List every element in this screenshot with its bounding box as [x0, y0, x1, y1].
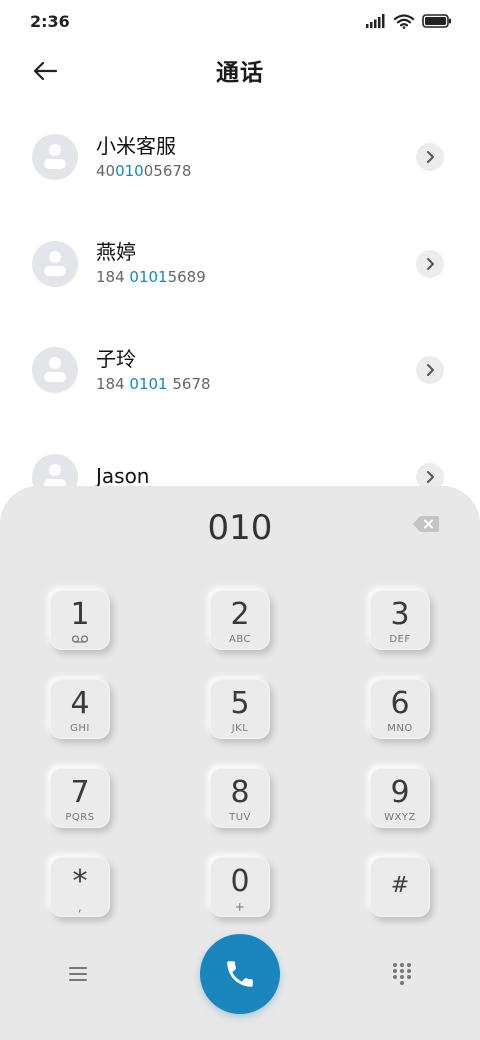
key-2[interactable]: 2 ABC [210, 590, 270, 650]
key-7[interactable]: 7 PQRS [50, 768, 110, 828]
battery-icon [422, 14, 451, 28]
contact-info: 子玲 184 0101 5678 [96, 346, 211, 395]
contact-number: 4001005678 [96, 161, 192, 180]
key-hash[interactable]: # [370, 857, 430, 917]
person-icon [49, 357, 61, 370]
phone-icon [227, 961, 253, 987]
chevron-right-icon [427, 151, 434, 164]
contact-row[interactable]: 燕婷 184 01015689 [0, 211, 480, 318]
dialpad: 010 1 2 ABC 3 DEF 4 GHI 5 JKL 6 MNO 7 PQ… [0, 486, 480, 1040]
contact-list: 小米客服 4001005678 燕婷 184 01015689 子玲 184 0… [0, 104, 480, 530]
contact-detail-button[interactable] [416, 356, 444, 385]
menu-icon [69, 967, 87, 981]
avatar [32, 347, 78, 394]
status-bar: 2:36 [0, 0, 480, 42]
signal-icon [366, 14, 385, 28]
keypad-grid-icon [393, 963, 411, 985]
wifi-icon [394, 13, 414, 29]
key-1[interactable]: 1 [50, 590, 110, 650]
backspace-button[interactable] [412, 514, 440, 534]
arrow-left-icon [33, 61, 58, 81]
call-button[interactable] [200, 934, 280, 1014]
key-star[interactable]: * , [50, 857, 110, 917]
chevron-right-icon [427, 257, 434, 270]
contact-row[interactable]: 小米客服 4001005678 [0, 104, 480, 211]
key-4[interactable]: 4 GHI [50, 679, 110, 739]
dialpad-bottom-bar [0, 932, 480, 1018]
number-match: 0101 [129, 268, 168, 287]
keypad-toggle-button[interactable] [390, 961, 414, 985]
person-icon [49, 144, 61, 157]
contact-info: 小米客服 4001005678 [96, 133, 191, 182]
status-time: 2:36 [30, 11, 70, 31]
backspace-icon [413, 516, 439, 532]
voicemail-icon [50, 634, 110, 644]
avatar [32, 134, 78, 181]
page-title: 通话 [216, 60, 264, 86]
status-icons [366, 13, 452, 29]
key-9[interactable]: 9 WXYZ [370, 768, 430, 828]
key-6[interactable]: 6 MNO [370, 679, 430, 739]
key-0[interactable]: 0 + [210, 857, 270, 917]
contact-detail-button[interactable] [416, 143, 444, 172]
contact-name: 小米客服 [96, 133, 176, 158]
contact-number: 184 0101 5678 [96, 374, 211, 393]
contact-name: 子玲 [96, 346, 136, 371]
person-icon [49, 463, 61, 476]
key-5[interactable]: 5 JKL [210, 679, 270, 739]
number-match: 0101 [129, 374, 168, 393]
back-button[interactable] [28, 54, 62, 88]
key-8[interactable]: 8 TUV [210, 768, 270, 828]
contact-number: 184 01015689 [96, 268, 206, 287]
contact-detail-button[interactable] [416, 249, 444, 278]
menu-button[interactable] [66, 962, 90, 986]
avatar [32, 240, 78, 287]
contact-info: 燕婷 184 01015689 [96, 239, 206, 288]
contact-row[interactable]: 子玲 184 0101 5678 [0, 317, 480, 424]
contact-name: 燕婷 [96, 240, 136, 265]
chevron-right-icon [427, 364, 434, 377]
chevron-right-icon [427, 470, 434, 483]
key-3[interactable]: 3 DEF [370, 590, 430, 650]
number-match: 010 [115, 161, 144, 180]
header: 通话 [0, 44, 480, 96]
dialed-number: 010 [207, 508, 273, 548]
person-icon [49, 250, 61, 263]
